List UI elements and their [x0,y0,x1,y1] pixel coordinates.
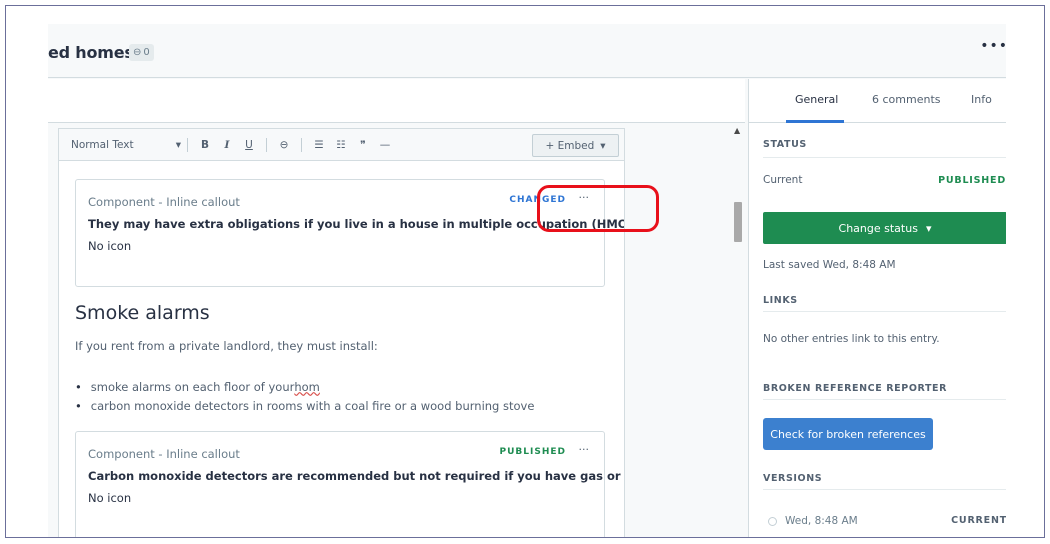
change-status-label: Change status [838,221,918,235]
entry-header: ed homes ⊖ 0 ••• [48,24,1006,78]
underline-button[interactable]: U [238,139,260,151]
current-version-tag: CURRENT [951,515,1006,526]
version-date: Wed, 8:48 AM [785,515,858,527]
change-status-button[interactable]: Change status ▾ [763,212,1006,244]
caret-down-icon: ▾ [600,139,606,152]
reference-count-badge[interactable]: ⊖ 0 [129,44,154,61]
component-type-label: Component - Inline callout [88,195,240,209]
reference-count: 0 [143,47,150,58]
scrollbar-thumb[interactable] [734,202,742,242]
current-status-label: Current [763,174,803,186]
misspelled-word: hom [294,379,320,394]
tab-comments[interactable]: 6 comments [872,93,941,106]
bullet-list: smoke alarms on each floor of your hom c… [75,377,535,415]
inline-callout-card[interactable]: Component - Inline callout CHANGED ··· T… [75,179,624,287]
embed-button[interactable]: + Embed ▾ [532,134,619,157]
section-heading: Smoke alarms [75,302,210,324]
callout-icon-value: No icon [88,491,132,505]
text-format-value: Normal Text [71,138,134,151]
list-item-text: carbon monoxide detectors in rooms with … [90,398,535,413]
versions-heading: VERSIONS [763,473,823,484]
list-item: smoke alarms on each floor of your hom [75,377,534,396]
toolbar-divider [266,137,267,152]
version-radio[interactable] [768,516,777,526]
quote-icon[interactable]: ❞ [352,139,374,151]
editor-toolbar: Normal Text ▾ B I U ⊖ ☰ ☷ ❞ — + Embed ▾ [59,129,624,161]
version-item[interactable]: Wed, 8:48 AM CURRENT [763,515,1006,527]
active-tab-indicator [786,120,844,123]
horizontal-rule-icon[interactable]: — [374,139,396,151]
current-status-value: PUBLISHED [938,175,1006,186]
list-item: carbon monoxide detectors in rooms with … [75,396,535,415]
inline-callout-card[interactable]: Component - Inline callout PUBLISHED ···… [75,431,624,537]
screenshot-frame: ed homes ⊖ 0 ••• Normal Text ▾ B I U ⊖ ☰… [5,5,1045,538]
divider [763,399,1006,400]
broken-reference-heading: BROKEN REFERENCE REPORTER [763,383,948,394]
toolbar-divider [187,137,188,152]
paragraph-text: If you rent from a private landlord, the… [75,339,378,353]
status-heading: STATUS [763,139,807,150]
caret-down-icon: ▾ [175,138,181,151]
entry-field-bar [48,79,745,123]
divider [763,489,1006,490]
list-item-text: smoke alarms on each floor of your [90,379,295,394]
entry-sidebar: General 6 comments Info STATUS Current P… [748,79,1006,537]
divider [763,157,1006,158]
card-more-icon[interactable]: ··· [579,443,590,456]
more-options-icon[interactable]: ••• [980,38,1006,54]
scroll-up-icon[interactable]: ▲ [734,126,740,135]
toolbar-divider [301,137,302,152]
sidebar-tabs: General 6 comments Info [749,79,1006,123]
callout-title: Carbon monoxide detectors are recommende… [88,469,625,483]
tab-info[interactable]: Info [971,93,992,106]
last-saved-text: Last saved Wed, 8:48 AM [763,259,896,271]
bold-button[interactable]: B [194,139,216,151]
links-heading: LINKS [763,295,798,306]
divider [763,311,1006,312]
highlight-annotation [537,185,659,232]
link-button-icon[interactable]: ⊖ [273,139,295,151]
component-type-label: Component - Inline callout [88,447,240,461]
scrollbar[interactable]: ▲ [731,124,745,537]
caret-down-icon: ▾ [925,221,932,235]
text-format-select[interactable]: Normal Text ▾ [71,139,181,151]
link-icon: ⊖ [133,47,142,58]
embed-label: + Embed [545,139,595,152]
entry-title: ed homes [48,43,134,62]
bullet-list-icon[interactable]: ☰ [308,139,330,151]
status-badge: PUBLISHED [499,447,566,457]
italic-button[interactable]: I [216,139,238,151]
app-window: ed homes ⊖ 0 ••• Normal Text ▾ B I U ⊖ ☰… [48,24,1006,537]
callout-icon-value: No icon [88,239,132,253]
tab-general[interactable]: General [795,93,838,106]
links-empty-text: No other entries link to this entry. [763,333,940,345]
numbered-list-icon[interactable]: ☷ [330,139,352,151]
check-broken-references-button[interactable]: Check for broken references [763,418,933,450]
